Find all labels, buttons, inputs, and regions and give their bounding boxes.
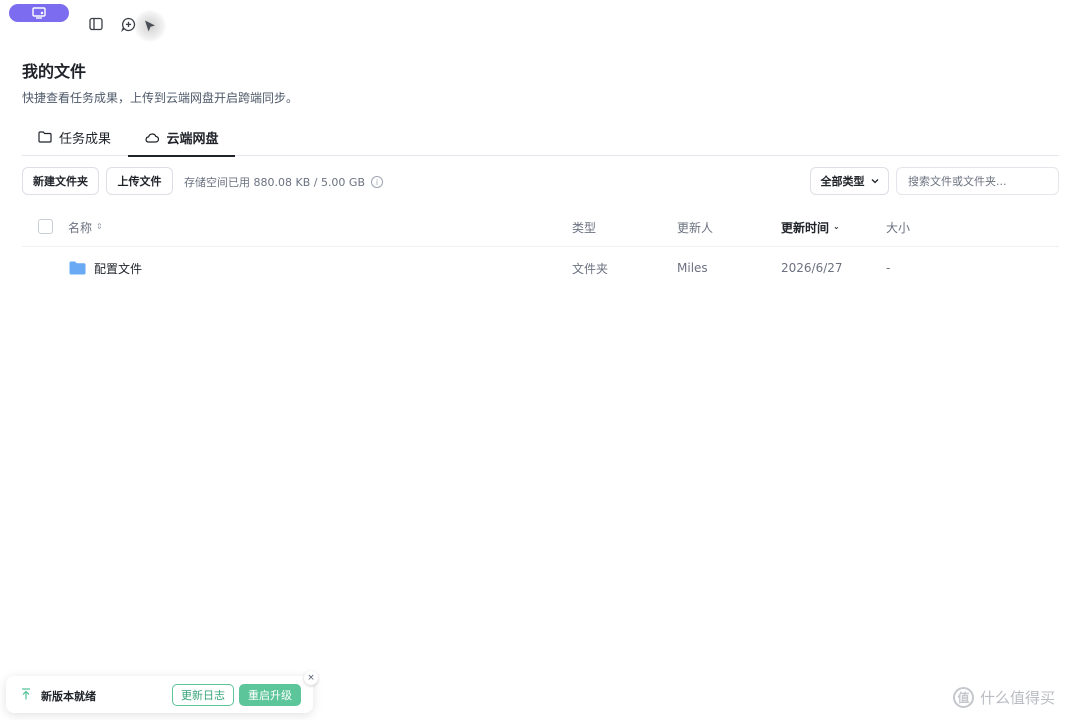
toast-message: 新版本就绪 [41,690,96,703]
type-filter-select[interactable]: 全部类型 [810,167,889,195]
file-tabs: 任务成果 云端网盘 [22,118,1059,157]
column-updated-at[interactable]: 更新时间 ⌄ [781,207,840,247]
toast-close-button[interactable]: × [304,671,318,685]
upload-arrow-icon [22,688,30,700]
watermark-text: 什么值得买 [980,688,1056,707]
storage-text: 存储空间已用 880.08 KB / 5.00 GB [184,176,366,189]
file-name: 配置文件 [94,261,143,276]
tab-task-results[interactable]: 任务成果 [38,118,111,156]
column-size: 大小 [886,207,910,247]
file-name-cell: 配置文件 [69,248,142,288]
upload-file-button[interactable]: 上传文件 [106,167,173,195]
type-filter-value: 全部类型 [820,175,865,188]
search-input[interactable] [896,167,1059,195]
column-updated-by-label: 更新人 [677,220,714,235]
table-header: 名称 ⇕ 类型 更新人 更新时间 ⌄ 大小 [22,207,1059,247]
file-size: - [886,261,891,275]
file-updated-at: 2026/6/27 [781,261,843,275]
monitor-icon [32,7,46,19]
update-toast: 新版本就绪 更新日志 重启升级 [6,676,313,713]
folder-icon [38,131,52,143]
page-subtitle: 快捷查看任务成果，上传到云端网盘开启跨端同步。 [22,91,299,105]
info-icon[interactable]: i [371,176,384,188]
chevron-down-icon [871,179,878,184]
watermark: 值 什么值得买 [953,686,1055,708]
sort-icon: ⇕ [96,222,103,231]
watermark-logo-icon: 值 [953,686,974,708]
cursor-icon [142,18,158,34]
restart-upgrade-button[interactable]: 重启升级 [239,684,301,706]
page-title: 我的文件 [22,62,87,81]
column-type: 类型 [572,207,596,247]
column-name[interactable]: 名称 ⇕ [68,207,103,247]
folder-icon [69,261,86,275]
column-name-label: 名称 [68,220,93,235]
column-type-label: 类型 [572,220,597,235]
new-folder-button[interactable]: 新建文件夹 [22,167,99,195]
computer-mode-button[interactable] [9,4,69,22]
column-size-label: 大小 [886,220,911,235]
changelog-button[interactable]: 更新日志 [172,684,234,706]
page: 我的文件 快捷查看任务成果，上传到云端网盘开启跨端同步。 任务成果 云端网盘 新… [0,0,1080,720]
file-updated-by: Miles [677,261,708,275]
tab-label: 任务成果 [59,131,112,147]
file-type: 文件夹 [572,261,609,276]
storage-usage: 存储空间已用 880.08 KB / 5.00 GB i [184,174,384,190]
cloud-icon [146,132,160,143]
sort-desc-icon: ⌄ [833,222,840,231]
select-all-checkbox[interactable] [38,219,53,234]
column-updated-by: 更新人 [677,207,713,247]
tab-cloud-drive[interactable]: 云端网盘 [128,118,235,157]
table-row[interactable]: 配置文件 文件夹 Miles 2026/6/27 - [22,248,1059,288]
tab-label: 云端网盘 [166,131,219,147]
column-updated-at-label: 更新时间 [781,220,830,235]
sidebar-toggle-icon[interactable] [88,16,104,32]
